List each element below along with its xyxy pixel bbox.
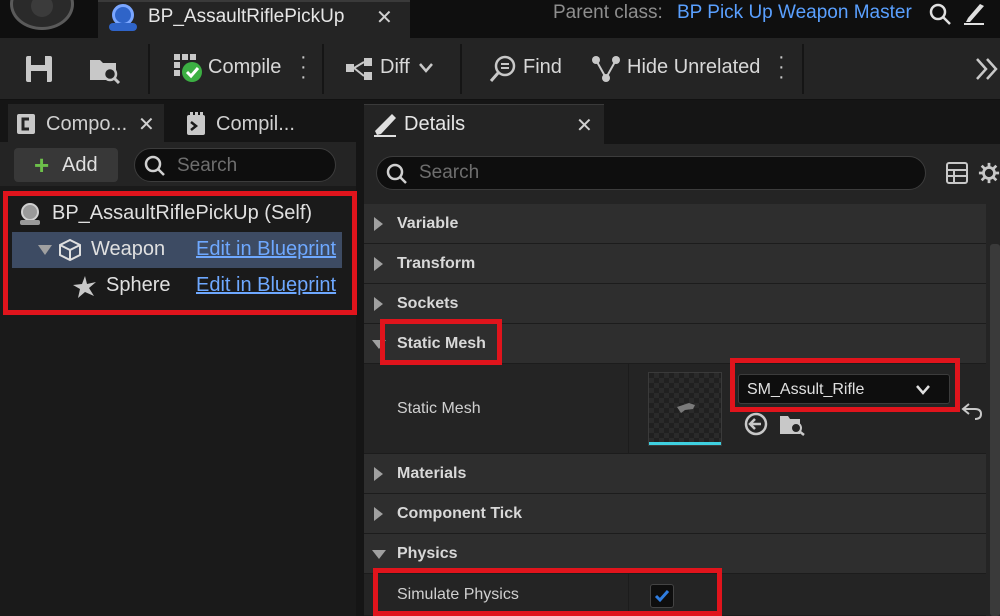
rifle-mesh-preview bbox=[677, 403, 695, 413]
details-search-input[interactable]: Search bbox=[376, 156, 926, 190]
tab-details-label: Details bbox=[404, 113, 466, 135]
tab-components[interactable]: Compo... ✕ bbox=[8, 104, 164, 142]
save-icon[interactable] bbox=[24, 54, 54, 84]
title-bar: BP_AssaultRiflePickUp ✕ Parent class: BP… bbox=[0, 0, 1000, 38]
expand-arrow-icon bbox=[374, 507, 383, 521]
browse-asset-icon[interactable] bbox=[778, 412, 806, 436]
blueprint-editor-window: BP_AssaultRiflePickUp ✕ Parent class: BP… bbox=[0, 0, 1000, 616]
tab-components-label: Compo... bbox=[46, 113, 128, 135]
category-sockets[interactable]: Sockets bbox=[364, 284, 986, 324]
compile-button[interactable]: Compile bbox=[208, 56, 281, 79]
expand-arrow-icon bbox=[374, 217, 383, 231]
use-selected-asset-icon[interactable] bbox=[744, 412, 768, 436]
mesh-thumbnail[interactable] bbox=[648, 372, 722, 446]
highlight-components-tree bbox=[3, 191, 357, 315]
add-button-label: Add bbox=[62, 154, 98, 176]
components-toolbar: + Add Search bbox=[0, 142, 356, 186]
close-tab-icon[interactable]: ✕ bbox=[576, 113, 593, 138]
unreal-logo-icon[interactable] bbox=[10, 0, 74, 30]
category-variable-label: Variable bbox=[397, 215, 459, 232]
category-component-tick[interactable]: Component Tick bbox=[364, 494, 986, 534]
search-icon[interactable] bbox=[928, 2, 952, 26]
find-button[interactable]: Find bbox=[523, 56, 562, 79]
highlight-simulate-physics bbox=[373, 568, 722, 616]
compiler-results-icon bbox=[187, 112, 205, 135]
search-icon bbox=[386, 163, 407, 184]
close-tab-icon[interactable]: ✕ bbox=[138, 112, 155, 137]
blueprint-actor-icon bbox=[109, 4, 137, 31]
category-materials[interactable]: Materials bbox=[364, 454, 986, 494]
diff-button[interactable]: Diff bbox=[380, 56, 410, 79]
tab-details[interactable]: Details ✕ bbox=[364, 104, 604, 144]
close-tab-icon[interactable]: ✕ bbox=[376, 5, 393, 30]
components-panel-tabs: Compo... ✕ Compil... bbox=[0, 100, 356, 142]
static-mesh-property-label: Static Mesh bbox=[397, 400, 481, 417]
settings-gear-icon[interactable] bbox=[978, 161, 1000, 185]
category-sockets-label: Sockets bbox=[397, 295, 459, 312]
tab-compiler-label: Compil... bbox=[216, 113, 295, 135]
details-scrollbar[interactable] bbox=[990, 244, 1000, 616]
components-panel: Compo... ✕ Compil... + Add Search BP_Ass… bbox=[0, 100, 356, 616]
expand-arrow-icon bbox=[374, 297, 383, 311]
search-icon bbox=[144, 155, 165, 176]
add-component-button[interactable]: + Add bbox=[14, 148, 118, 182]
components-search-input[interactable]: Search bbox=[134, 148, 336, 182]
find-icon[interactable] bbox=[488, 54, 518, 84]
chevron-down-icon[interactable] bbox=[418, 62, 434, 74]
browse-folder-icon[interactable] bbox=[88, 54, 122, 84]
document-tab-title: BP_AssaultRiflePickUp bbox=[148, 6, 345, 27]
hide-unrelated-button[interactable]: Hide Unrelated bbox=[627, 56, 760, 79]
hide-unrelated-icon[interactable] bbox=[590, 54, 622, 84]
highlight-static-mesh-category bbox=[380, 319, 502, 365]
plus-icon: + bbox=[34, 150, 50, 180]
reset-to-default-icon[interactable] bbox=[961, 402, 983, 420]
category-transform[interactable]: Transform bbox=[364, 244, 986, 284]
parent-class-label: Parent class: bbox=[553, 2, 663, 23]
category-materials-label: Materials bbox=[397, 465, 467, 482]
main-toolbar: Compile · · · Diff Find Hide Unrelated · · · bbox=[0, 38, 1000, 100]
highlight-static-mesh-dropdown bbox=[730, 358, 960, 412]
document-tab[interactable]: BP_AssaultRiflePickUp ✕ bbox=[98, 0, 410, 38]
expand-arrow-icon bbox=[374, 257, 383, 271]
diff-icon[interactable] bbox=[344, 56, 376, 82]
search-placeholder: Search bbox=[419, 162, 480, 183]
compile-status-icon[interactable] bbox=[172, 52, 204, 84]
category-transform-label: Transform bbox=[397, 255, 476, 272]
more-options-icon[interactable]: · · · bbox=[778, 47, 785, 87]
details-edit-icon bbox=[374, 114, 396, 137]
edit-brush-icon[interactable] bbox=[962, 2, 986, 26]
collapse-arrow-icon bbox=[372, 550, 386, 559]
compile-options-icon[interactable]: · · · bbox=[300, 47, 307, 87]
expand-arrow-icon bbox=[374, 467, 383, 481]
expand-toolbar-icon[interactable] bbox=[974, 56, 1000, 82]
category-physics-label: Physics bbox=[397, 545, 458, 562]
tab-compiler-results[interactable]: Compil... bbox=[176, 104, 346, 142]
category-variable[interactable]: Variable bbox=[364, 204, 986, 244]
category-component-tick-label: Component Tick bbox=[397, 505, 523, 522]
property-matrix-icon[interactable] bbox=[946, 162, 968, 184]
components-icon bbox=[17, 114, 35, 134]
search-placeholder: Search bbox=[177, 155, 238, 176]
parent-class-link[interactable]: BP Pick Up Weapon Master bbox=[677, 2, 912, 24]
